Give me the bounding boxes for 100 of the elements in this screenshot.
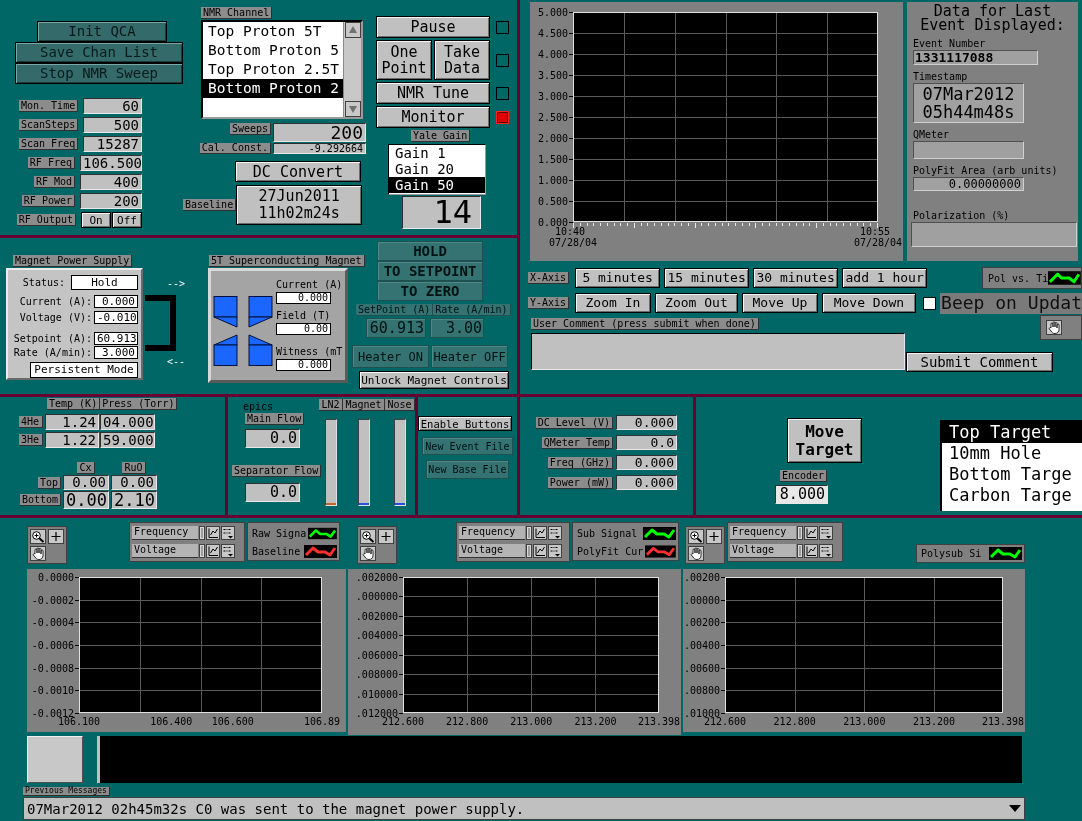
list-item[interactable]: Bottom Targe bbox=[942, 464, 1082, 485]
legend-line-icon bbox=[308, 527, 337, 540]
toggle-icon[interactable] bbox=[526, 526, 532, 540]
control-button[interactable]: Pause bbox=[376, 16, 490, 38]
setting-field[interactable]: 15287 bbox=[83, 136, 142, 152]
scrollbar[interactable] bbox=[343, 22, 361, 117]
list-item[interactable]: Top Target bbox=[942, 422, 1082, 443]
field-label: Baseline bbox=[183, 199, 237, 211]
axis-button[interactable]: Move Down bbox=[821, 293, 917, 313]
unlock-button[interactable]: Unlock Magnet Controls bbox=[359, 371, 509, 389]
format-icon[interactable] bbox=[221, 544, 235, 558]
zoom-icon[interactable] bbox=[30, 529, 46, 544]
submit-button[interactable]: Submit Comment bbox=[906, 352, 1053, 372]
chart-icon[interactable] bbox=[804, 544, 818, 558]
convert-button[interactable]: DC Convert bbox=[235, 161, 361, 182]
toggle-icon[interactable] bbox=[199, 544, 205, 558]
legend-label: Baseline bbox=[252, 546, 301, 557]
target-list[interactable]: Top Target 10mm Hole Bottom Targe Carbon Targe bbox=[940, 420, 1082, 511]
field-label: SetPoint (A) bbox=[356, 304, 434, 316]
calibration-field[interactable]: -9.292664 bbox=[273, 143, 366, 154]
axis-button[interactable]: Move Up bbox=[742, 293, 818, 313]
field-label: Witness (mT bbox=[276, 346, 343, 357]
zoom-icon[interactable] bbox=[360, 529, 376, 544]
plus-icon[interactable] bbox=[378, 529, 394, 544]
sweeps-field[interactable]: 200 bbox=[273, 123, 366, 142]
setting-field[interactable]: 400 bbox=[80, 174, 142, 190]
setting-field[interactable]: 60 bbox=[83, 98, 142, 114]
setting-field[interactable]: 200 bbox=[80, 193, 142, 209]
field-label: Previous Messages bbox=[23, 787, 110, 796]
list-item[interactable]: Bottom Proton 2 bbox=[203, 79, 343, 98]
list-item[interactable]: Gain 50 bbox=[389, 177, 485, 193]
hand-icon[interactable] bbox=[1046, 320, 1062, 335]
list-item[interactable]: Gain 1 bbox=[389, 145, 485, 161]
x-tick-label: 106.600 bbox=[211, 716, 254, 727]
format-icon[interactable] bbox=[819, 544, 833, 558]
list-item[interactable]: Top Proton 5T bbox=[203, 22, 343, 41]
control-button[interactable]: Monitor bbox=[376, 106, 490, 128]
gain-list[interactable]: Gain 1 Gain 20 Gain 50 bbox=[388, 144, 486, 195]
gauge-label: Nose bbox=[385, 399, 415, 411]
axis-button[interactable]: add 1 hour bbox=[842, 268, 928, 288]
hand-icon[interactable] bbox=[360, 546, 376, 561]
plus-icon[interactable] bbox=[48, 529, 64, 544]
x-tick-label: 212.600 bbox=[381, 716, 425, 727]
output-button[interactable]: On bbox=[81, 212, 111, 228]
chart-icon[interactable] bbox=[533, 526, 547, 540]
list-item[interactable]: Top Proton 2.5T bbox=[203, 60, 343, 79]
chart-icon[interactable] bbox=[804, 526, 818, 540]
move-button[interactable]: Move Target bbox=[787, 418, 862, 463]
magnet-coil-drawing bbox=[213, 296, 273, 366]
axis-button[interactable]: 15 minutes bbox=[664, 268, 750, 288]
channel-list[interactable]: Top Proton 5T Bottom Proton 5 Top Proton 2.5T Bottom Proton 2 bbox=[201, 20, 363, 119]
legend-label: Pol vs. Ti bbox=[988, 272, 1049, 284]
axis-button[interactable]: Zoom In bbox=[575, 293, 651, 313]
legend-line-icon bbox=[304, 545, 337, 558]
control-button[interactable]: NMR Tune bbox=[376, 82, 490, 104]
setting-field[interactable]: 500 bbox=[83, 117, 142, 133]
format-icon[interactable] bbox=[548, 544, 562, 558]
x-tick-label: 213.398 bbox=[637, 716, 681, 727]
list-label: Yale Gain bbox=[411, 130, 471, 142]
field-label: Rate (A/min): bbox=[13, 347, 92, 358]
toggle-icon[interactable] bbox=[526, 544, 532, 558]
format-icon[interactable] bbox=[221, 526, 235, 540]
panel-title: epics bbox=[243, 402, 274, 412]
field-label: Field (T) bbox=[276, 310, 331, 321]
y-tick-label: 3.000 bbox=[537, 91, 568, 102]
file-button[interactable]: Enable Buttons bbox=[418, 416, 512, 431]
checkbox-label: Beep on Updat bbox=[940, 292, 1082, 314]
value-field: 0.0 bbox=[616, 435, 677, 450]
setting-field[interactable]: 106.500 bbox=[80, 155, 142, 171]
beep-checkbox[interactable] bbox=[923, 296, 937, 310]
control-button[interactable]: Take Data bbox=[434, 40, 490, 80]
hand-icon[interactable] bbox=[688, 546, 704, 561]
setting-label: ScanSteps bbox=[19, 119, 79, 131]
control-button[interactable]: One Point bbox=[376, 40, 432, 80]
list-item[interactable]: Carbon Targe bbox=[942, 485, 1082, 506]
list-item[interactable]: Gain 20 bbox=[389, 161, 485, 177]
x-tick-label: 213.200 bbox=[912, 716, 956, 727]
toggle-icon[interactable] bbox=[797, 526, 803, 540]
plus-icon[interactable] bbox=[706, 529, 722, 544]
chart-icon[interactable] bbox=[206, 544, 220, 558]
format-icon[interactable] bbox=[819, 526, 833, 540]
y-tick-label: .000000 bbox=[355, 591, 398, 602]
axis-button[interactable]: 30 minutes bbox=[753, 268, 839, 288]
toggle-icon[interactable] bbox=[797, 544, 803, 558]
hand-icon[interactable] bbox=[30, 546, 46, 561]
setting-label: Mon. Time bbox=[19, 100, 79, 112]
x-tick-label: 212.600 bbox=[703, 716, 747, 727]
toggle-icon[interactable] bbox=[199, 526, 205, 540]
column-label: RuO bbox=[122, 462, 146, 474]
axis-button[interactable]: Zoom Out bbox=[654, 293, 739, 313]
zoom-icon[interactable] bbox=[688, 529, 704, 544]
output-button[interactable]: Off bbox=[112, 212, 142, 228]
chart-icon[interactable] bbox=[533, 544, 547, 558]
message-dropdown[interactable]: 07Mar2012 02h45m32s C0 was sent to the magnet power supply. bbox=[23, 797, 1025, 820]
axis-button[interactable]: 5 minutes bbox=[575, 268, 661, 288]
comment-field[interactable] bbox=[531, 333, 905, 370]
list-item[interactable]: Bottom Proton 5 bbox=[203, 41, 343, 60]
list-item[interactable]: 10mm Hole bbox=[942, 443, 1082, 464]
format-icon[interactable] bbox=[548, 526, 562, 540]
chart-icon[interactable] bbox=[206, 526, 220, 540]
